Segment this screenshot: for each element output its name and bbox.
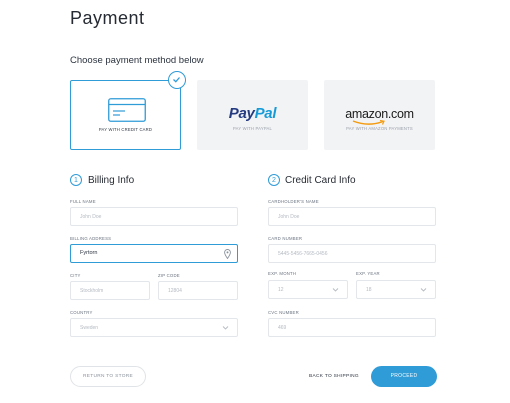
- method-amazon[interactable]: amazon.com PAY WITH AMAZON PAYMENTS: [324, 80, 435, 150]
- section-number-badge: 1: [70, 174, 82, 186]
- billing-address-field[interactable]: Fyrtorn: [70, 244, 238, 263]
- zip-code-field[interactable]: 12804: [158, 281, 238, 300]
- chevron-down-icon: [332, 288, 339, 292]
- full-name-field[interactable]: John Doe: [70, 207, 238, 226]
- exp-month-select[interactable]: 12: [268, 280, 348, 299]
- country-select[interactable]: Sweden: [70, 318, 238, 337]
- billing-address-label: BILLING ADDRESS: [70, 236, 112, 241]
- proceed-button[interactable]: PROCEED: [371, 366, 437, 387]
- chevron-down-icon: [222, 326, 229, 330]
- method-credit-card[interactable]: PAY WITH CREDIT CARD: [70, 80, 181, 150]
- section-number-badge: 2: [268, 174, 280, 186]
- card-number-label: CARD NUMBER: [268, 236, 303, 241]
- exp-year-label: EXP. YEAR: [356, 271, 380, 276]
- selected-check-icon: [168, 71, 186, 89]
- page-title: Payment: [70, 8, 145, 28]
- back-to-shipping-button[interactable]: BACK TO SHIPPING: [303, 370, 365, 384]
- exp-month-label: EXP. MONTH: [268, 271, 297, 276]
- cvc-number-field[interactable]: 469: [268, 318, 436, 337]
- return-to-store-button[interactable]: RETURN TO STORE: [70, 366, 146, 387]
- city-label: CITY: [70, 273, 81, 278]
- paypal-logo: PayPal: [228, 105, 277, 122]
- page-subtitle: Choose payment method below: [70, 55, 204, 66]
- cardholder-name-label: CARDHOLDER'S NAME: [268, 199, 319, 204]
- billing-info-heading: Billing Info: [88, 175, 135, 186]
- country-label: COUNTRY: [70, 310, 93, 315]
- city-field[interactable]: Stockholm: [70, 281, 150, 300]
- cardholder-name-field[interactable]: John Doe: [268, 207, 436, 226]
- method-caption: PAY WITH CREDIT CARD: [98, 127, 153, 132]
- full-name-label: FULL NAME: [70, 199, 96, 204]
- cvc-number-label: CVC NUMBER: [268, 310, 299, 315]
- chevron-down-icon: [420, 288, 427, 292]
- location-pin-icon: [224, 249, 231, 259]
- amazon-logo: amazon.com: [345, 107, 414, 121]
- credit-card-info-heading: Credit Card Info: [285, 175, 356, 186]
- method-caption: PAY WITH PAYPAL: [232, 126, 273, 131]
- card-number-field[interactable]: 5445-5456-7665-0456: [268, 244, 436, 263]
- method-caption: PAY WITH AMAZON PAYMENTS: [346, 126, 413, 131]
- credit-card-icon: [108, 98, 146, 122]
- zip-code-label: ZIP CODE: [158, 273, 180, 278]
- method-paypal[interactable]: PayPal PAY WITH PAYPAL: [197, 80, 308, 150]
- exp-year-select[interactable]: 18: [356, 280, 436, 299]
